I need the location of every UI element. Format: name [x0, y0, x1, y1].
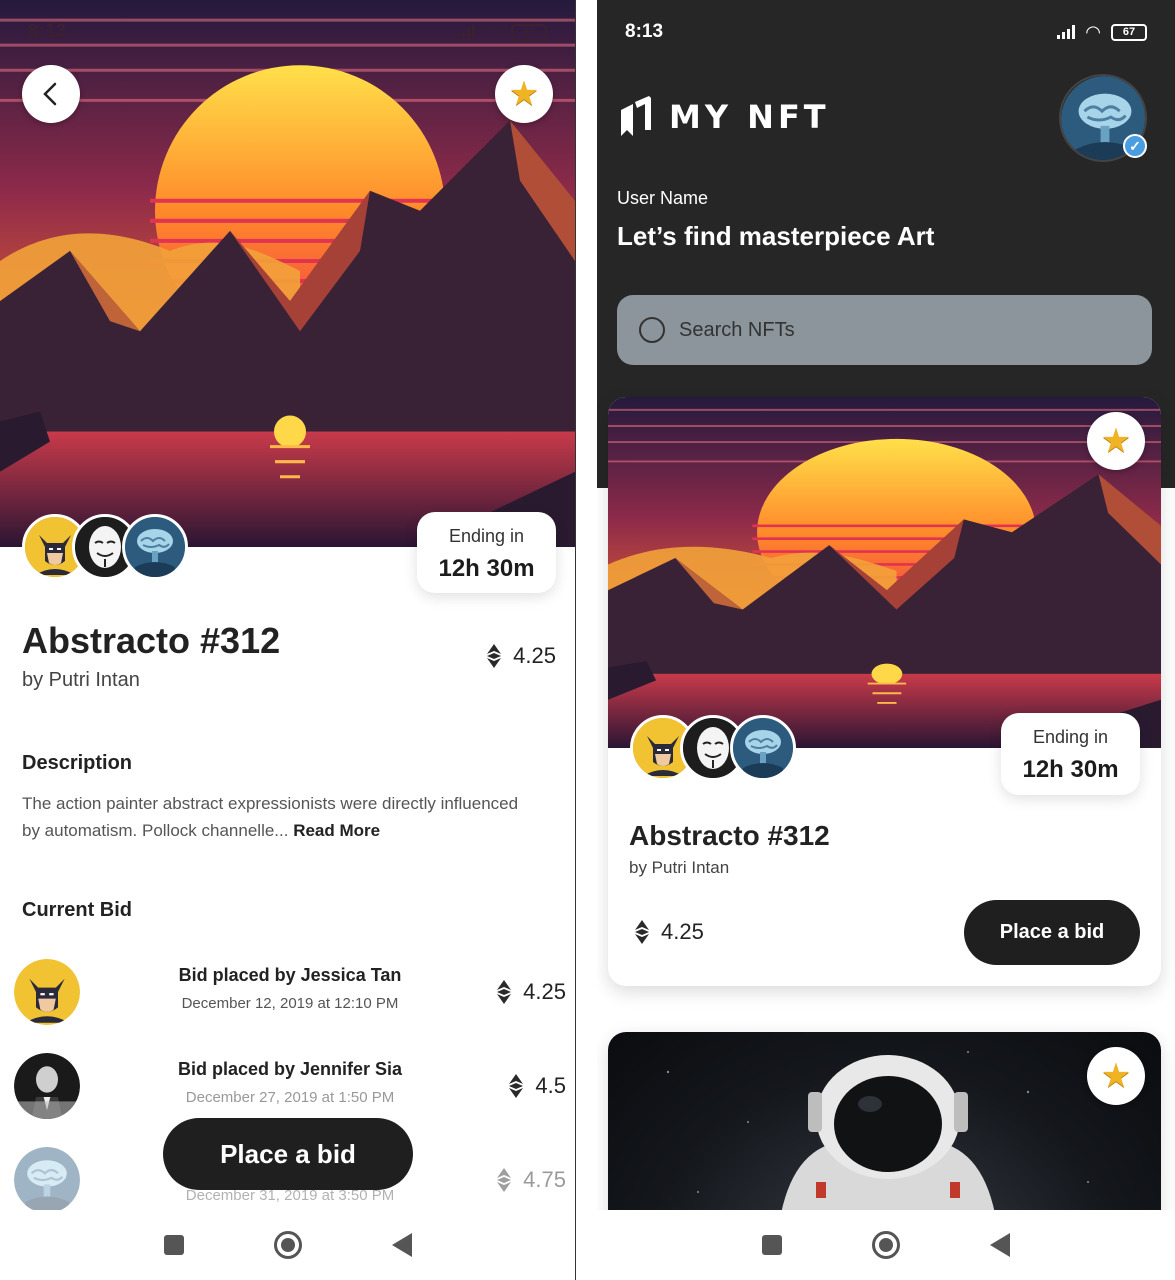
eth-icon	[635, 920, 649, 944]
bid-amount: 4.5	[509, 1073, 566, 1099]
current-bid-heading: Current Bid	[22, 899, 132, 921]
bid-placed-by: Bid placed by Jennifer Sia	[177, 1059, 403, 1079]
verified-badge-icon: ✓	[1123, 134, 1147, 158]
nft-artwork-sunset	[608, 397, 1161, 748]
bid-date: December 12, 2019 at 12:10 PM	[181, 995, 399, 1012]
bid-amount-value: 4.25	[523, 979, 566, 1004]
place-bid-button[interactable]: Place a bid	[163, 1118, 413, 1190]
search-icon	[639, 317, 665, 343]
favorite-button[interactable]: ★	[495, 65, 553, 123]
nft-price: 4.25	[487, 643, 556, 669]
ending-in-badge: Ending in 12h 30m	[1001, 713, 1140, 795]
wifi-icon: ◠	[485, 21, 501, 42]
nav-back-icon[interactable]	[990, 1233, 1010, 1257]
bid-date: December 27, 2019 at 1:50 PM	[185, 1089, 395, 1106]
logo-wordmark: MY NFT	[669, 98, 830, 136]
nav-home-icon[interactable]	[872, 1231, 900, 1259]
search-bar[interactable]: Search NFTs	[617, 295, 1152, 365]
back-arrow-icon	[43, 82, 57, 106]
battery-icon: 67	[1111, 23, 1147, 41]
nft-detail-screen: 8:13 ◠ 67 ★ Ending in 12h 30m Abstracto …	[0, 0, 575, 1280]
logo-icon	[621, 96, 651, 136]
status-bar: 8:13 ◠ 67	[0, 0, 575, 64]
nft-title: Abstracto #312	[629, 820, 830, 851]
nft-artwork-sunset	[0, 0, 575, 547]
eth-icon	[487, 644, 501, 668]
wifi-icon: ◠	[1085, 21, 1101, 42]
status-bar: 8:13 ◠ 67	[597, 0, 1175, 64]
favorite-button[interactable]: ★	[1087, 412, 1145, 470]
owners-avatar-stack	[630, 715, 796, 781]
nav-square-icon[interactable]	[163, 1235, 184, 1255]
ending-label: Ending in	[1032, 727, 1109, 747]
screen-divider	[575, 0, 597, 1280]
profile-avatar[interactable]: ✓	[1059, 74, 1147, 162]
ending-in-badge: Ending in 12h 30m	[417, 512, 556, 593]
nav-square-icon[interactable]	[762, 1235, 782, 1255]
star-icon: ★	[1100, 422, 1132, 460]
signal-icon	[457, 25, 476, 39]
bid-amount-value: 4.75	[523, 1167, 566, 1192]
description-heading: Description	[22, 752, 133, 774]
ending-label: Ending in	[448, 526, 525, 546]
nft-price-value: 4.25	[513, 643, 556, 668]
nft-artwork-astronaut	[608, 1032, 1161, 1232]
favorite-button[interactable]: ★	[1087, 1047, 1145, 1105]
bid-row[interactable]: Bid placed by Jessica Tan December 12, 2…	[14, 959, 566, 1027]
description-text: The action painter abstract expressionis…	[22, 790, 522, 844]
avatar-brain[interactable]	[730, 715, 796, 781]
nft-author[interactable]: by Putri Intan	[629, 858, 729, 878]
ending-value: 12h 30m	[1022, 756, 1119, 783]
system-nav-bar	[597, 1210, 1175, 1280]
nft-card[interactable]: ★ Ending in 12h 30m Abstracto #312 by Pu…	[608, 397, 1161, 986]
nft-price: 4.25	[635, 919, 704, 945]
eth-icon	[509, 1074, 523, 1098]
search-input[interactable]: Search NFTs	[679, 319, 795, 342]
battery-icon: 67	[511, 23, 547, 41]
back-button[interactable]	[22, 65, 80, 123]
nav-home-icon[interactable]	[273, 1231, 302, 1259]
nft-title: Abstracto #312	[22, 620, 281, 661]
ending-value: 12h 30m	[438, 555, 535, 582]
system-nav-bar	[0, 1210, 575, 1280]
signal-icon	[1057, 25, 1076, 39]
place-bid-button[interactable]: Place a bid	[964, 900, 1140, 965]
bid-amount: 4.25	[497, 979, 566, 1005]
nft-author[interactable]: by Putri Intan	[22, 669, 140, 692]
star-icon: ★	[1100, 1057, 1132, 1095]
avatar-brain[interactable]	[122, 514, 188, 580]
nft-home-screen: 8:13 ◠ 67 MY NFT ✓ User Name Let’s find …	[597, 0, 1175, 1280]
owners-avatar-stack	[22, 514, 188, 580]
nft-price-value: 4.25	[661, 919, 704, 944]
eth-icon	[497, 1168, 511, 1192]
page-title: Let’s find masterpiece Art	[617, 221, 935, 251]
bid-placed-by: Bid placed by Jessica Tan	[178, 965, 402, 985]
star-icon: ★	[508, 75, 540, 113]
nav-back-icon[interactable]	[391, 1233, 412, 1257]
status-time: 8:13	[625, 21, 664, 42]
user-name: User Name	[617, 188, 709, 208]
bid-row[interactable]: Bid placed by Jennifer Sia December 27, …	[14, 1053, 566, 1121]
description-body: The action painter abstract expressionis…	[22, 794, 519, 840]
bid-amount-value: 4.5	[535, 1073, 566, 1098]
nft-card[interactable]: ★	[608, 1032, 1161, 1232]
app-logo: MY NFT	[617, 96, 830, 138]
status-time: 8:13	[28, 21, 67, 42]
read-more-link[interactable]: Read More	[293, 821, 380, 840]
bid-amount: 4.75	[497, 1167, 566, 1193]
eth-icon	[497, 980, 511, 1004]
